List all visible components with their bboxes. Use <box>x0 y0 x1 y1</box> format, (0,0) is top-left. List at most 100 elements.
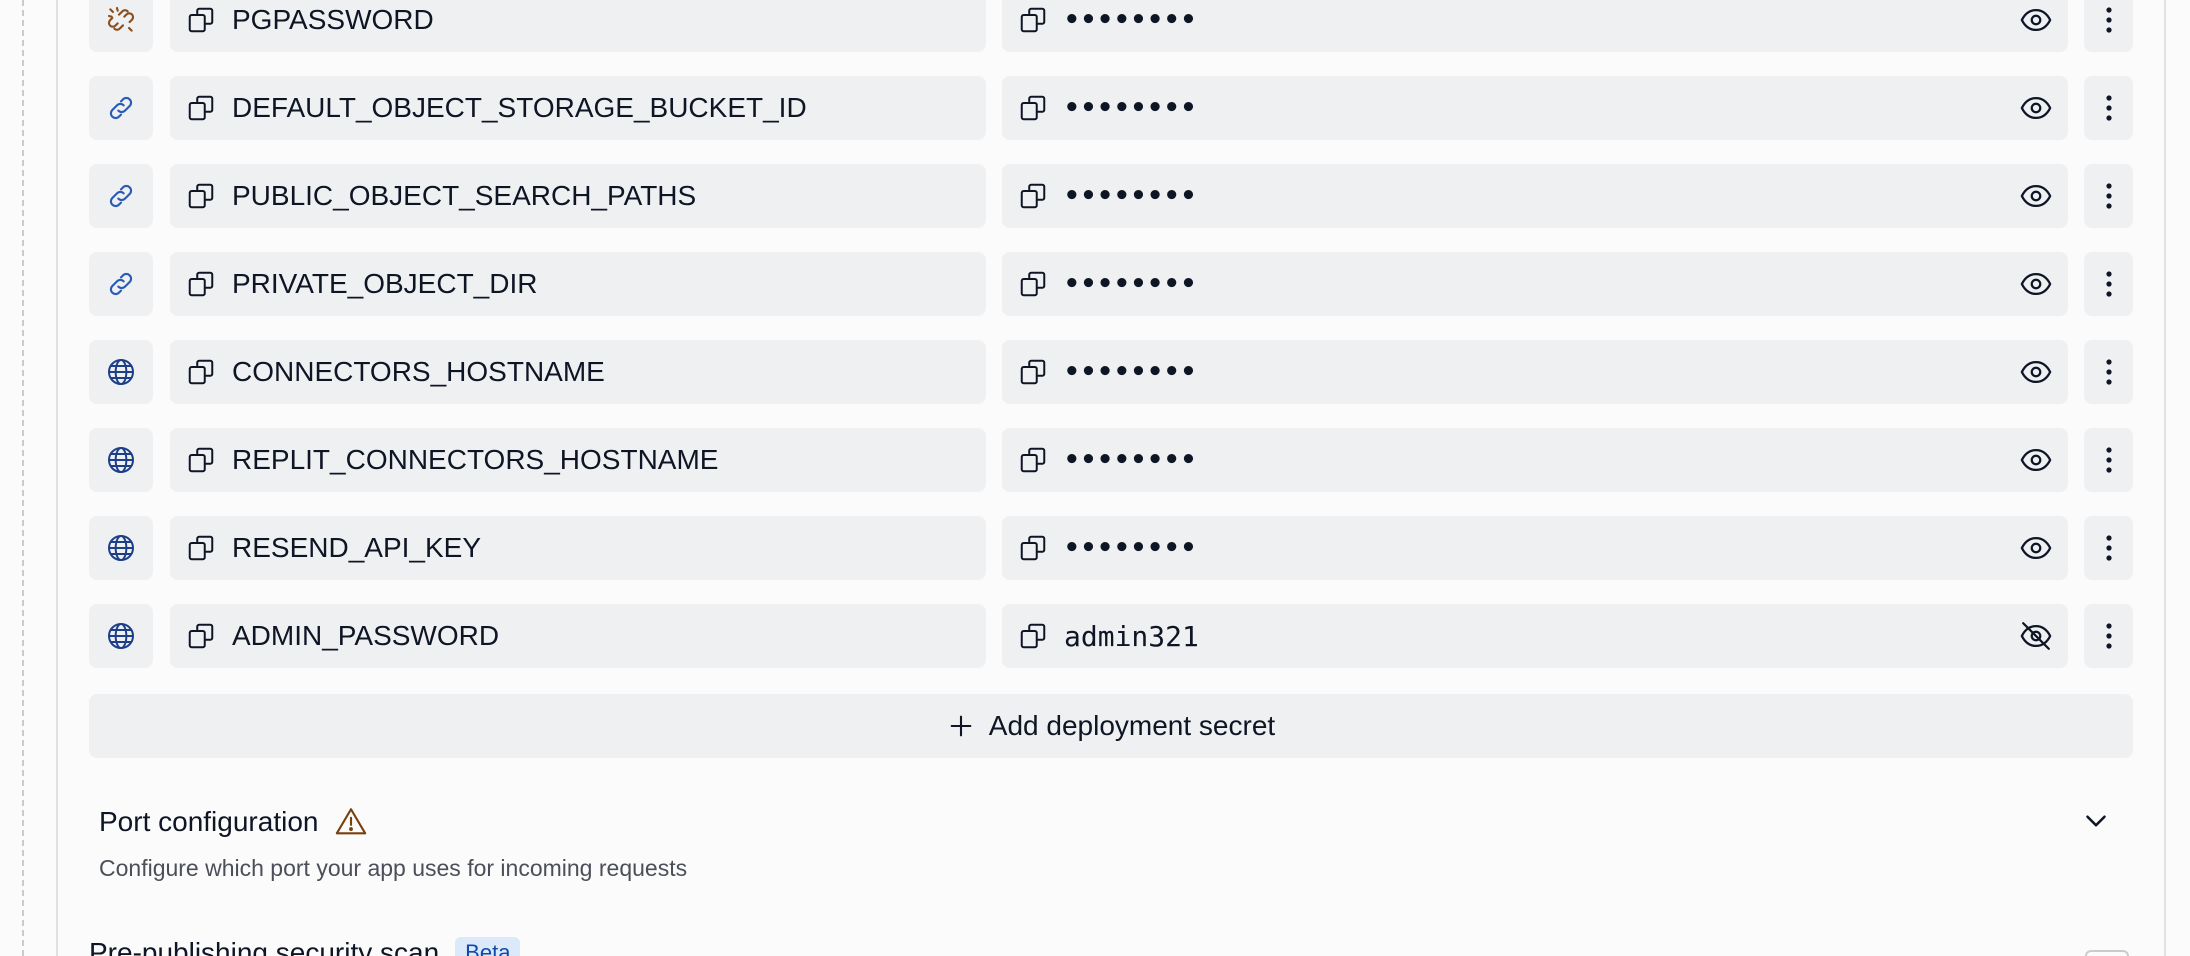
eye-icon[interactable] <box>2018 266 2054 302</box>
secret-value-text: •••••••• <box>1064 533 1198 563</box>
copy-icon[interactable] <box>1018 269 1048 299</box>
link-icon <box>105 180 137 212</box>
secret-key-field[interactable]: ADMIN_PASSWORD <box>170 604 986 668</box>
secret-value-field[interactable]: •••••••• <box>1002 0 2068 52</box>
secret-row: PUBLIC_OBJECT_SEARCH_PATHS •••••••• <box>89 164 2133 228</box>
eye-icon[interactable] <box>2018 178 2054 214</box>
more-options-button[interactable] <box>2084 604 2133 668</box>
panel-right-border <box>2164 0 2166 956</box>
secret-value-text: •••••••• <box>1064 5 1198 35</box>
more-vertical-icon <box>2105 357 2113 387</box>
secret-value-text: •••••••• <box>1064 445 1198 475</box>
secret-type-button[interactable] <box>89 428 153 492</box>
secret-key-text: PRIVATE_OBJECT_DIR <box>232 268 538 299</box>
secret-row: CONNECTORS_HOSTNAME •••••••• <box>89 340 2133 404</box>
secret-key-field[interactable]: REPLIT_CONNECTORS_HOSTNAME <box>170 428 986 492</box>
secret-value-text: •••••••• <box>1064 269 1198 299</box>
eye-icon[interactable] <box>2018 442 2054 478</box>
secret-key-text: REPLIT_CONNECTORS_HOSTNAME <box>232 444 719 475</box>
more-vertical-icon <box>2105 5 2113 35</box>
copy-icon[interactable] <box>1018 533 1048 563</box>
link-icon <box>105 268 137 300</box>
secret-type-button[interactable] <box>89 76 153 140</box>
more-options-button[interactable] <box>2084 428 2133 492</box>
link-icon <box>105 92 137 124</box>
secret-value-text: admin321 <box>1064 619 1199 653</box>
eye-icon[interactable] <box>2018 530 2054 566</box>
globe-icon <box>105 444 137 476</box>
port-configuration-description: Configure which port your app uses for i… <box>99 855 688 881</box>
copy-icon[interactable] <box>186 445 216 475</box>
more-vertical-icon <box>2105 269 2113 299</box>
more-vertical-icon <box>2105 181 2113 211</box>
secret-value-field[interactable]: •••••••• <box>1002 164 2068 228</box>
more-options-button[interactable] <box>2084 0 2133 52</box>
more-options-button[interactable] <box>2084 516 2133 580</box>
secret-row: PRIVATE_OBJECT_DIR •••••••• <box>89 252 2133 316</box>
copy-icon[interactable] <box>186 357 216 387</box>
copy-icon[interactable] <box>186 93 216 123</box>
add-deployment-secret-label: Add deployment secret <box>988 710 1276 741</box>
secret-row: RESEND_API_KEY •••••••• <box>89 516 2133 580</box>
secret-value-field[interactable]: •••••••• <box>1002 76 2068 140</box>
secret-key-field[interactable]: PRIVATE_OBJECT_DIR <box>170 252 986 316</box>
more-vertical-icon <box>2105 445 2113 475</box>
dashed-guide-line <box>22 0 24 956</box>
copy-icon[interactable] <box>186 181 216 211</box>
copy-icon[interactable] <box>1018 93 1048 123</box>
secret-key-field[interactable]: DEFAULT_OBJECT_STORAGE_BUCKET_ID <box>170 76 986 140</box>
secret-value-text: •••••••• <box>1064 181 1198 211</box>
secret-key-text: DEFAULT_OBJECT_STORAGE_BUCKET_ID <box>232 92 807 123</box>
secret-value-field[interactable]: •••••••• <box>1002 252 2068 316</box>
secret-key-field[interactable]: RESEND_API_KEY <box>170 516 986 580</box>
secret-key-field[interactable]: PUBLIC_OBJECT_SEARCH_PATHS <box>170 164 986 228</box>
secret-type-button[interactable] <box>89 516 153 580</box>
eye-icon[interactable] <box>2018 2 2054 38</box>
port-configuration-header[interactable]: Port configuration <box>99 800 2133 844</box>
secret-key-text: ADMIN_PASSWORD <box>232 620 500 651</box>
secret-key-text: RESEND_API_KEY <box>232 532 481 563</box>
secret-value-field[interactable]: admin321 <box>1002 604 2068 668</box>
eye-icon[interactable] <box>2018 90 2054 126</box>
panel-left-border <box>56 0 58 956</box>
security-scan-header[interactable]: Pre-publishing security scan Beta <box>89 933 521 956</box>
copy-icon[interactable] <box>186 621 216 651</box>
secret-type-button[interactable] <box>89 604 153 668</box>
copy-icon[interactable] <box>186 533 216 563</box>
chevron-down-icon[interactable] <box>2079 804 2113 838</box>
secret-value-field[interactable]: •••••••• <box>1002 340 2068 404</box>
port-configuration-title: Port configuration <box>99 806 319 837</box>
secret-value-field[interactable]: •••••••• <box>1002 516 2068 580</box>
secret-key-field[interactable]: CONNECTORS_HOSTNAME <box>170 340 986 404</box>
eye-off-icon[interactable] <box>2018 618 2054 654</box>
copy-icon[interactable] <box>1018 357 1048 387</box>
deployment-secrets-panel: PGPASSWORD •••••••• DEFAULT_OBJECT_STORAGE… <box>0 0 2190 956</box>
copy-icon[interactable] <box>1018 445 1048 475</box>
add-deployment-secret-button[interactable]: Add deployment secret <box>89 694 2133 758</box>
copy-icon[interactable] <box>1018 181 1048 211</box>
globe-icon <box>105 356 137 388</box>
security-scan-toggle[interactable] <box>2085 950 2129 956</box>
warning-icon <box>336 808 367 835</box>
plus-icon <box>950 715 972 737</box>
more-options-button[interactable] <box>2084 340 2133 404</box>
secret-type-button[interactable] <box>89 164 153 228</box>
secret-row: REPLIT_CONNECTORS_HOSTNAME •••••••• <box>89 428 2133 492</box>
copy-icon[interactable] <box>1018 621 1048 651</box>
secret-row: DEFAULT_OBJECT_STORAGE_BUCKET_ID •••••••• <box>89 76 2133 140</box>
more-options-button[interactable] <box>2084 76 2133 140</box>
more-options-button[interactable] <box>2084 252 2133 316</box>
secret-key-field[interactable]: PGPASSWORD <box>170 0 986 52</box>
secret-type-button[interactable] <box>89 340 153 404</box>
more-options-button[interactable] <box>2084 164 2133 228</box>
globe-icon <box>105 532 137 564</box>
copy-icon[interactable] <box>186 269 216 299</box>
more-vertical-icon <box>2105 93 2113 123</box>
secret-value-field[interactable]: •••••••• <box>1002 428 2068 492</box>
secret-type-button[interactable] <box>89 0 153 52</box>
copy-icon[interactable] <box>186 5 216 35</box>
eye-icon[interactable] <box>2018 354 2054 390</box>
secret-value-text: •••••••• <box>1064 93 1198 123</box>
secret-type-button[interactable] <box>89 252 153 316</box>
copy-icon[interactable] <box>1018 5 1048 35</box>
